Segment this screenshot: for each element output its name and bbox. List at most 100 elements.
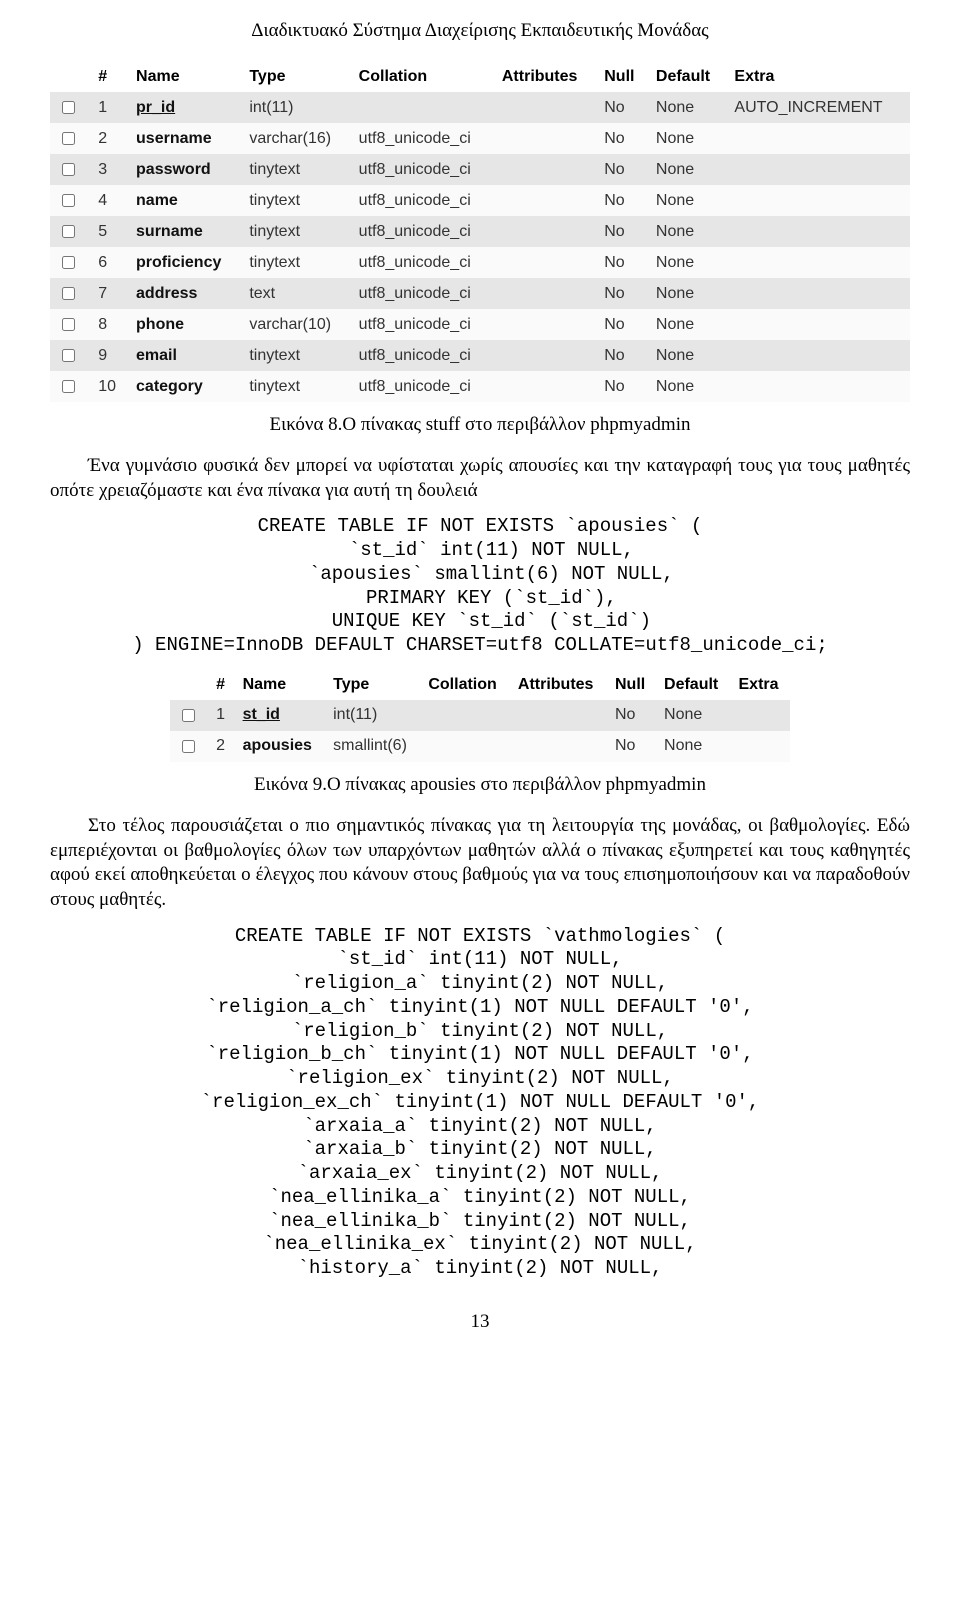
row-number: 3: [90, 154, 128, 185]
row-checkbox-cell: [50, 340, 90, 371]
row-collation: utf8_unicode_ci: [351, 278, 494, 309]
row-extra: [731, 731, 791, 762]
row-checkbox[interactable]: [62, 349, 75, 362]
row-checkbox[interactable]: [62, 194, 75, 207]
table-row: 7addresstextutf8_unicode_ciNoNone: [50, 278, 910, 309]
row-checkbox[interactable]: [62, 318, 75, 331]
table-row: 5surnametinytextutf8_unicode_ciNoNone: [50, 216, 910, 247]
row-checkbox-cell: [170, 700, 208, 731]
row-extra: [726, 247, 910, 278]
row-default: None: [656, 731, 730, 762]
row-null: No: [596, 340, 648, 371]
row-checkbox-cell: [50, 154, 90, 185]
table-row: 8phonevarchar(10)utf8_unicode_ciNoNone: [50, 309, 910, 340]
row-checkbox-cell: [50, 278, 90, 309]
row-number: 7: [90, 278, 128, 309]
row-number: 2: [90, 123, 128, 154]
row-checkbox-cell: [50, 247, 90, 278]
col-attributes: Attributes: [494, 62, 596, 92]
row-collation: utf8_unicode_ci: [351, 154, 494, 185]
table-row: 2usernamevarchar(16)utf8_unicode_ciNoNon…: [50, 123, 910, 154]
row-collation: utf8_unicode_ci: [351, 185, 494, 216]
row-checkbox[interactable]: [62, 101, 75, 114]
col-extra: Extra: [731, 670, 791, 700]
col-null: Null: [596, 62, 648, 92]
row-collation: [420, 731, 510, 762]
row-attrs: [494, 278, 596, 309]
row-type: varchar(16): [241, 123, 350, 154]
row-attrs: [494, 340, 596, 371]
col-collation: Collation: [420, 670, 510, 700]
document-page: Διαδικτυακό Σύστημα Διαχείρισης Εκπαιδευ…: [0, 0, 960, 1373]
row-attrs: [510, 700, 607, 731]
row-checkbox[interactable]: [62, 380, 75, 393]
row-collation: utf8_unicode_ci: [351, 216, 494, 247]
row-null: No: [596, 123, 648, 154]
table-row: 3passwordtinytextutf8_unicode_ciNoNone: [50, 154, 910, 185]
col-checkbox: [50, 62, 90, 92]
row-null: No: [596, 371, 648, 402]
row-checkbox[interactable]: [62, 132, 75, 145]
row-checkbox[interactable]: [62, 287, 75, 300]
row-collation: utf8_unicode_ci: [351, 340, 494, 371]
paragraph-2: Στο τέλος παρουσιάζεται ο πιο σημαντικός…: [50, 814, 910, 913]
row-null: No: [596, 154, 648, 185]
row-null: No: [596, 309, 648, 340]
row-null: No: [596, 247, 648, 278]
row-checkbox-cell: [50, 92, 90, 123]
row-checkbox[interactable]: [182, 740, 195, 753]
row-column-name: apousies: [235, 731, 326, 762]
row-checkbox[interactable]: [62, 225, 75, 238]
row-checkbox[interactable]: [62, 256, 75, 269]
row-default: None: [648, 154, 727, 185]
row-default: None: [648, 309, 727, 340]
col-num: #: [90, 62, 128, 92]
col-null: Null: [607, 670, 656, 700]
row-checkbox-cell: [50, 216, 90, 247]
paragraph-1: Ένα γυμνάσιο φυσικά δεν μπορεί να υφίστα…: [50, 454, 910, 503]
col-default: Default: [656, 670, 730, 700]
figure-caption-9: Εικόνα 9.Ο πίνακας apousies στο περιβάλλ…: [50, 774, 910, 796]
row-type: int(11): [241, 92, 350, 123]
row-checkbox[interactable]: [62, 163, 75, 176]
row-attrs: [510, 731, 607, 762]
row-default: None: [648, 92, 727, 123]
table-header-row: # Name Type Collation Attributes Null De…: [50, 62, 910, 92]
row-column-name: surname: [128, 216, 241, 247]
row-default: None: [648, 123, 727, 154]
row-null: No: [596, 92, 648, 123]
col-checkbox: [170, 670, 208, 700]
row-column-name: address: [128, 278, 241, 309]
row-null: No: [596, 216, 648, 247]
row-extra: [731, 700, 791, 731]
row-column-name: category: [128, 371, 241, 402]
table-row: 9emailtinytextutf8_unicode_ciNoNone: [50, 340, 910, 371]
row-number: 1: [90, 92, 128, 123]
row-attrs: [494, 123, 596, 154]
row-null: No: [596, 278, 648, 309]
row-type: text: [241, 278, 350, 309]
col-name: Name: [235, 670, 326, 700]
row-type: tinytext: [241, 185, 350, 216]
row-extra: [726, 371, 910, 402]
row-extra: [726, 278, 910, 309]
row-column-name: phone: [128, 309, 241, 340]
row-extra: [726, 340, 910, 371]
row-extra: [726, 123, 910, 154]
row-attrs: [494, 185, 596, 216]
row-attrs: [494, 216, 596, 247]
row-type: tinytext: [241, 154, 350, 185]
row-column-name: pr_id: [128, 92, 241, 123]
table-row: 1pr_idint(11) NoNoneAUTO_INCREMENT: [50, 92, 910, 123]
col-type: Type: [241, 62, 350, 92]
row-checkbox[interactable]: [182, 709, 195, 722]
row-collation: utf8_unicode_ci: [351, 247, 494, 278]
table-row: 6proficiencytinytextutf8_unicode_ciNoNon…: [50, 247, 910, 278]
row-number: 5: [90, 216, 128, 247]
row-attrs: [494, 154, 596, 185]
row-number: 9: [90, 340, 128, 371]
row-checkbox-cell: [50, 371, 90, 402]
row-extra: AUTO_INCREMENT: [726, 92, 910, 123]
table-header-row: # Name Type Collation Attributes Null De…: [170, 670, 790, 700]
row-collation: utf8_unicode_ci: [351, 371, 494, 402]
